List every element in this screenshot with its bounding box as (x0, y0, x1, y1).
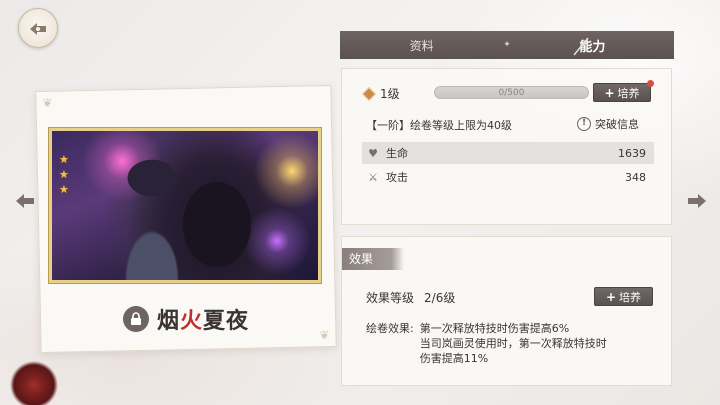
level-diamond-icon (361, 86, 377, 101)
effect-desc-line: 第一次释放特技时伤害提高6% (419, 322, 570, 335)
stat-row-hp: ♥ 生命 1639 (362, 142, 654, 164)
card-title: 烟火夏夜 (157, 308, 250, 334)
exclamation-icon: ! (577, 117, 591, 131)
stat-value: 348 (625, 170, 646, 184)
star-icon: ★ (59, 168, 69, 181)
lock-icon[interactable] (123, 306, 149, 332)
train-level-button[interactable]: + 培养 (593, 83, 651, 102)
star-icon: ★ (59, 153, 69, 166)
arrow-left-icon (16, 194, 34, 208)
effect-level-label: 效果等级 (366, 291, 415, 305)
star-icon: ★ (59, 183, 69, 196)
effect-tag: 效果 (342, 248, 404, 270)
back-button[interactable] (18, 8, 58, 48)
stats-panel: 1级 0/500 + 培养 【一阶】绘卷等级上限为40级 ! 突破信息 ♥ 生命… (341, 68, 672, 225)
breakthrough-label: 突破信息 (595, 118, 639, 131)
tab-ability[interactable]: 能力 (511, 36, 674, 55)
crossed-swords-icon: ⚔ (368, 170, 378, 184)
card-illustration[interactable] (48, 127, 322, 284)
tab-profile[interactable]: 资料 (340, 37, 503, 54)
level-label: 1级 (380, 87, 400, 101)
card-title-row: 烟火夏夜 (123, 303, 249, 335)
stat-value: 1639 (618, 146, 646, 160)
heart-icon: ♥ (368, 146, 378, 160)
breakthrough-info-button[interactable]: ! 突破信息 (577, 116, 639, 132)
train-effect-button[interactable]: + 培养 (594, 287, 653, 306)
notification-dot (647, 80, 654, 87)
level-row: 1级 (361, 85, 400, 102)
effect-description: 绘卷效果: 第一次释放特技时伤害提高6% 当司岚画灵使用时，第一次释放特技时 伤… (366, 321, 607, 366)
tab-separator-icon: ✦ (503, 40, 511, 50)
exp-progress-text: 0/500 (498, 88, 525, 98)
stat-row-attack: ⚔ 攻击 348 (362, 166, 654, 188)
stat-name: 攻击 (386, 171, 408, 184)
train-level-label: 培养 (617, 86, 640, 100)
effect-desc-line: 伤害提高11% (419, 352, 489, 365)
prev-card-arrow[interactable] (12, 190, 38, 212)
illustration-figure (167, 166, 267, 280)
brush-icon (573, 37, 589, 56)
effect-panel: 效果 效果等级 2/6级 + 培养 绘卷效果: 第一次释放特技时伤害提高6% 当… (341, 236, 672, 386)
corner-ornament: ❦ (319, 328, 330, 343)
effect-level-row: 效果等级 2/6级 (366, 289, 455, 306)
rank-text: 【一阶】绘卷等级上限为40级 (366, 119, 512, 132)
exp-progress-bar: 0/500 (434, 86, 589, 99)
effect-desc-lines: 第一次释放特技时伤害提高6% 当司岚画灵使用时，第一次释放特技时 伤害提高11% (420, 321, 607, 366)
corner-ornament: ❦ (42, 95, 53, 110)
plus-icon: + (604, 85, 615, 100)
back-emblem-icon (30, 23, 46, 35)
star-rating: ★ ★ ★ (59, 154, 69, 196)
arrow-right-icon (688, 194, 706, 208)
plus-icon: + (605, 289, 617, 304)
train-effect-label: 培养 (619, 290, 642, 304)
rose-decoration (4, 360, 64, 405)
effect-level-value: 2/6级 (424, 291, 456, 305)
effect-desc-label: 绘卷效果: (366, 322, 414, 335)
next-card-arrow[interactable] (684, 190, 710, 212)
tab-bar: 资料 ✦ 能力 (340, 31, 674, 59)
stat-name: 生命 (386, 147, 408, 160)
effect-desc-line: 当司岚画灵使用时，第一次释放特技时 (419, 337, 607, 350)
